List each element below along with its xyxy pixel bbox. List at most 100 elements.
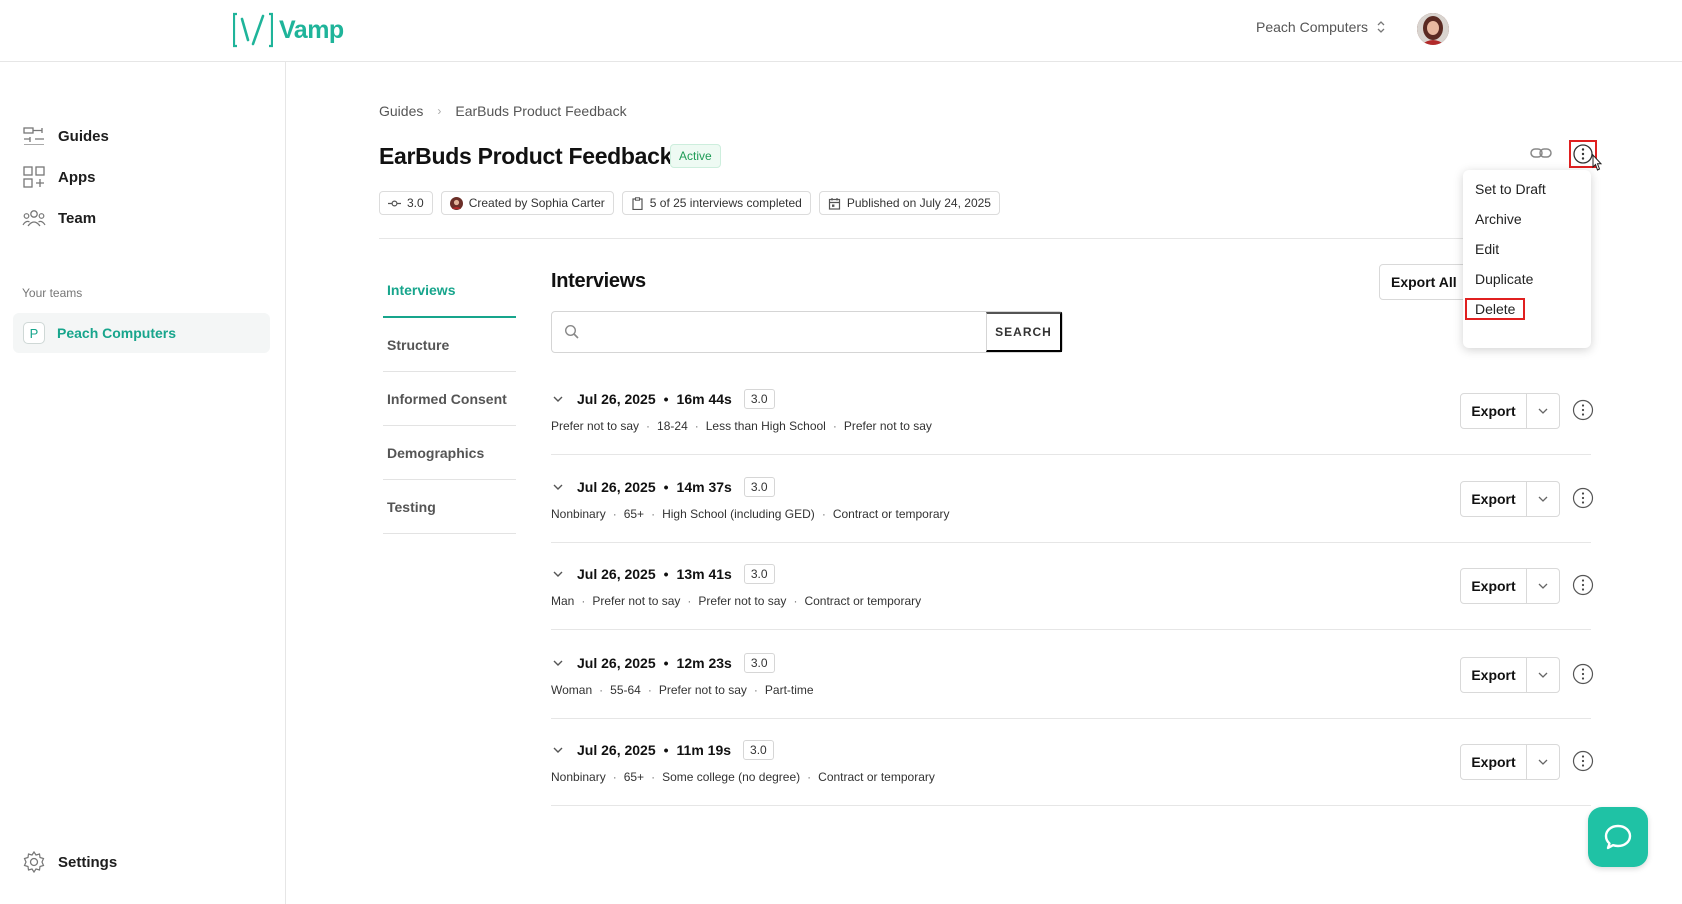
more-vertical-icon[interactable]: [1572, 399, 1594, 421]
search-bar: SEARCH: [551, 311, 1063, 353]
interview-row[interactable]: Jul 26, 2025 • 11m 19s 3.0 Nonbinary · 65+ · Som…: [551, 718, 1594, 806]
demographic-value: Prefer not to say: [592, 594, 681, 608]
export-dropdown-toggle[interactable]: [1527, 394, 1559, 428]
interview-duration: 16m 44s: [676, 391, 732, 407]
sidebar-item-team[interactable]: Team: [22, 206, 96, 230]
breadcrumb-guides[interactable]: Guides: [379, 103, 423, 119]
chevron-down-icon: [1538, 672, 1548, 678]
interview-row[interactable]: Jul 26, 2025 • 12m 23s 3.0 Woman · 55-64 · Prefe…: [551, 631, 1594, 719]
chat-support-button[interactable]: [1588, 807, 1648, 867]
search-field[interactable]: [552, 312, 986, 352]
published-text: Published on July 24, 2025: [846, 196, 991, 210]
menu-item-set-to-draft[interactable]: Set to Draft: [1475, 181, 1546, 197]
tab-structure[interactable]: Structure: [383, 318, 516, 372]
bullet-separator: •: [663, 655, 669, 671]
search-button[interactable]: SEARCH: [986, 312, 1062, 352]
app-logo[interactable]: Vamp: [233, 10, 344, 50]
demographic-value: Contract or temporary: [832, 507, 950, 521]
teams-section-label: Your teams: [22, 286, 83, 300]
separator-dot: ·: [612, 507, 617, 521]
tab-demographics[interactable]: Demographics: [383, 426, 516, 480]
sidebar-item-label: Team: [58, 209, 97, 227]
demographic-value: Contract or temporary: [818, 770, 935, 784]
calendar-icon: [828, 197, 840, 210]
demographic-value: 18-24: [657, 419, 688, 433]
export-button[interactable]: Export: [1461, 745, 1527, 779]
org-switcher-label: Peach Computers: [1256, 19, 1369, 35]
export-dropdown-toggle[interactable]: [1527, 482, 1559, 516]
interview-demographics: Woman · 55-64 · Prefer not to say · Part-time: [551, 683, 814, 697]
export-dropdown-toggle[interactable]: [1527, 658, 1559, 692]
chevron-down-icon[interactable]: [551, 743, 565, 757]
demographic-value: High School (including GED): [662, 507, 815, 521]
chevron-down-icon[interactable]: [551, 656, 565, 670]
interview-row[interactable]: Jul 26, 2025 • 13m 41s 3.0 Man · Prefer not to…: [551, 542, 1594, 630]
published-chip: Published on July 24, 2025: [818, 191, 1000, 215]
export-button[interactable]: Export: [1461, 394, 1527, 428]
tab-testing[interactable]: Testing: [383, 480, 516, 534]
separator-dot: ·: [599, 683, 604, 697]
interview-row[interactable]: Jul 26, 2025 • 16m 44s 3.0 Prefer not to say…: [551, 367, 1594, 455]
chevron-down-icon[interactable]: [551, 567, 565, 581]
menu-item-duplicate[interactable]: Duplicate: [1475, 271, 1533, 287]
menu-item-edit[interactable]: Edit: [1475, 241, 1499, 257]
breadcrumb-current: EarBuds Product Feedback: [455, 103, 627, 119]
interview-duration: 13m 41s: [676, 566, 732, 582]
interview-row-header: Jul 26, 2025 • 14m 37s 3.0: [551, 477, 775, 497]
demographic-value: Contract or temporary: [804, 594, 922, 608]
more-vertical-icon[interactable]: [1572, 663, 1594, 685]
menu-item-delete[interactable]: Delete: [1465, 298, 1526, 320]
chevron-down-icon: [1538, 759, 1548, 765]
team-peach-computers[interactable]: P Peach Computers: [13, 313, 270, 353]
version-text: 3.0: [407, 196, 424, 210]
org-switcher[interactable]: Peach Computers: [1256, 19, 1386, 35]
demographic-value: Less than High School: [705, 419, 826, 433]
chat-bubble-icon: [1604, 824, 1632, 850]
interview-demographics: Prefer not to say · 18-24 · Less than High S…: [551, 419, 932, 433]
more-vertical-icon[interactable]: [1572, 750, 1594, 772]
sidebar-item-settings[interactable]: Settings: [22, 850, 117, 874]
separator-dot: ·: [646, 419, 651, 433]
bullet-separator: •: [663, 566, 669, 582]
export-button[interactable]: Export: [1461, 482, 1527, 516]
export-split-button: Export: [1460, 481, 1560, 517]
separator-dot: ·: [651, 507, 656, 521]
export-button[interactable]: Export: [1461, 658, 1527, 692]
commit-icon: [388, 199, 401, 207]
separator-dot: ·: [753, 683, 758, 697]
sidebar-item-apps[interactable]: Apps: [22, 165, 96, 189]
status-badge: Active: [670, 144, 721, 168]
version-badge: 3.0: [743, 740, 774, 760]
tab-interviews[interactable]: Interviews: [383, 264, 516, 318]
search-icon: [564, 324, 579, 339]
menu-item-archive[interactable]: Archive: [1475, 211, 1522, 227]
user-avatar[interactable]: [1417, 13, 1449, 45]
separator-dot: ·: [832, 419, 837, 433]
bullet-separator: •: [663, 391, 669, 407]
app-name: Vamp: [279, 15, 344, 44]
export-dropdown-toggle[interactable]: [1527, 569, 1559, 603]
tab-informed-consent[interactable]: Informed Consent: [383, 372, 516, 426]
sidebar-item-guides[interactable]: Guides: [22, 124, 109, 148]
team-icon: [22, 210, 46, 227]
interview-duration: 12m 23s: [676, 655, 732, 671]
interview-demographics: Nonbinary · 65+ · High School (including GED…: [551, 507, 950, 521]
interview-row[interactable]: Jul 26, 2025 • 14m 37s 3.0 Nonbinary · 65+ · Hig…: [551, 455, 1594, 543]
separator-dot: ·: [793, 594, 798, 608]
bullet-separator: •: [663, 742, 669, 758]
separator-dot: ·: [612, 770, 617, 784]
creator-chip: Created by Sophia Carter: [440, 191, 614, 215]
chevron-down-icon[interactable]: [551, 392, 565, 406]
clipboard-icon: [632, 196, 643, 210]
demographic-value: Prefer not to say: [551, 419, 640, 433]
interviews-title: Interviews: [551, 270, 646, 292]
more-vertical-icon[interactable]: [1572, 574, 1594, 596]
link-icon[interactable]: [1530, 145, 1552, 161]
interview-date: Jul 26, 2025: [577, 566, 656, 582]
search-input[interactable]: [590, 324, 910, 340]
chevron-down-icon[interactable]: [551, 480, 565, 494]
export-button[interactable]: Export: [1461, 569, 1527, 603]
export-dropdown-toggle[interactable]: [1527, 745, 1559, 779]
demographic-value: Some college (no degree): [662, 770, 801, 784]
more-vertical-icon[interactable]: [1572, 487, 1594, 509]
